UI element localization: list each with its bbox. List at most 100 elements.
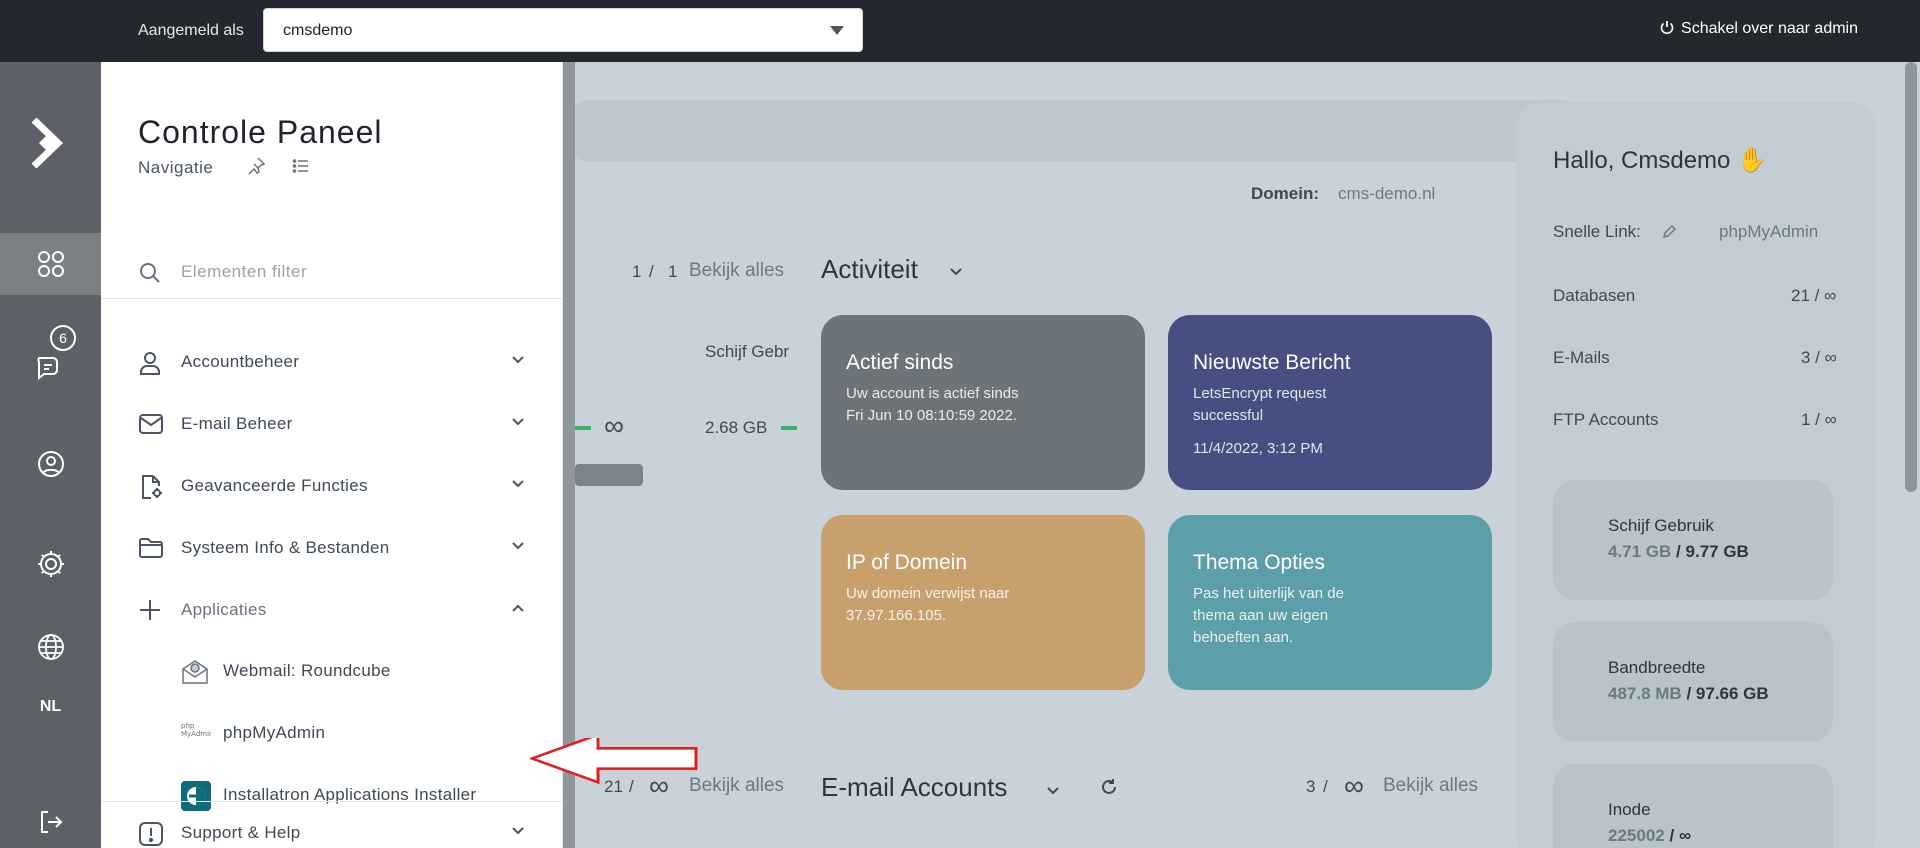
divider [101,298,563,299]
card-text: Uw account is actief sinds Fri Jun 10 08… [846,385,1019,424]
email-count: 3 [1306,777,1316,796]
activity-card-active-since[interactable]: Actief sinds Uw account is actief sinds … [821,315,1145,490]
chevron-down-icon [512,827,524,835]
disk-total: 9.77 GB [1685,542,1749,561]
card-title: Thema Opties [1193,551,1325,574]
emails-value: 3 / ∞ [1801,348,1837,367]
app-item-label: phpMyAdmin [223,723,326,742]
document-settings-icon [142,475,162,499]
horizontal-scrollbar[interactable] [575,464,643,486]
menu-item-applicaties[interactable]: Applicaties [101,579,563,641]
panel-title: Controle Paneel [138,114,383,150]
switch-admin-button[interactable]: Schakel over naar admin [1659,20,1858,38]
menu-item-label: E-mail Beheer [181,414,293,433]
mail-icon [139,414,163,434]
activity-card-latest-message[interactable]: Nieuwste Bericht LetsEncrypt request suc… [1168,315,1492,490]
view-all-link[interactable]: Bekijk alles [689,775,784,797]
databases-label: Databasen [1553,286,1636,305]
infinity-icon: ∞ [1344,770,1364,801]
inode-value: 225002 / ∞ [1608,826,1692,845]
logged-in-label: Aangemeld als [138,22,244,39]
menu-item-label: Systeem Info & Bestanden [181,538,390,557]
email-accounts-title[interactable]: E-mail Accounts [821,772,1007,803]
card-text: Pas het uiterlijk van de thema aan uw ei… [1193,585,1344,646]
pin-icon[interactable] [246,156,266,176]
app-item-webmail[interactable]: Webmail: Roundcube [101,641,563,703]
app-item-phpmyadmin[interactable]: php MyAdmin phpMyAdmin [101,703,563,765]
ftp-accounts-value: 1 / ∞ [1801,410,1837,429]
menu-item-label: Geavanceerde Functies [181,476,368,495]
navigation-panel: Controle Paneel Navigatie Elementen filt… [101,62,563,848]
domains-total: 1 [668,262,678,281]
disk-column-header: Schijf Gebr [705,342,790,361]
page-scrollbar[interactable] [1905,62,1917,492]
disk-used: 4.71 GB [1608,542,1672,561]
bandwidth-used: 487.8 MB [1608,684,1682,703]
chevron-down-icon [512,480,524,488]
globe-icon[interactable] [0,622,101,672]
menu-item-geavanceerde-functies[interactable]: Geavanceerde Functies [101,455,563,517]
nav-scrollbar[interactable] [563,62,575,848]
chevron-down-icon [512,542,524,550]
menu-item-label: Support & Help [181,823,301,842]
filter-placeholder: Elementen filter [181,262,308,281]
navigation-subtitle: Navigatie [138,158,214,177]
card-title: Nieuwste Bericht [1193,351,1351,374]
inode-total: ∞ [1678,826,1692,845]
greeting-text: Hallo, Cmsdemo [1553,147,1731,174]
svg-text:MyAdmin: MyAdmin [181,730,211,738]
card-title: IP of Domein [846,551,968,574]
chevron-down-icon[interactable] [949,267,963,277]
messages-badge: 6 [50,325,76,351]
settings-gear-icon[interactable] [0,533,101,595]
menu-item-accountbeheer[interactable]: Accountbeheer [101,331,563,393]
quick-link-value[interactable]: phpMyAdmin [1719,222,1818,242]
logout-icon[interactable] [0,797,101,847]
messages-icon[interactable]: 6 [0,325,101,395]
user-icon [140,352,160,375]
menu-item-label: Accountbeheer [181,352,300,371]
activity-title[interactable]: Activiteit [821,254,918,285]
domains-slash: / [649,262,654,281]
refresh-icon[interactable] [1100,778,1118,796]
logo-icon[interactable] [0,102,101,184]
domains-count: 1 [632,262,642,281]
view-all-emails-link[interactable]: Bekijk alles [1383,775,1478,797]
dashboard-search-bar[interactable] [561,100,1591,162]
account-summary-panel: Hallo, Cmsdemo ✋ Snelle Link: phpMyAdmin… [1516,102,1876,848]
menu-item-email-beheer[interactable]: E-mail Beheer [101,393,563,455]
list-icon[interactable] [291,156,311,176]
activity-card-theme-options[interactable]: Thema Opties Pas het uiterlijk van de th… [1168,515,1492,690]
dashboard-icon[interactable] [0,233,101,295]
elements-filter-input[interactable]: Elementen filter [138,258,518,288]
chevron-down-icon [512,356,524,364]
phpmyadmin-icon: phpMyAdmin [181,722,211,738]
bandwidth-card: Bandbreedte 487.8 MB / 97.66 GB [1553,622,1833,742]
emails-label: E-Mails [1553,348,1610,367]
bandwidth-label: Bandbreedte [1608,658,1706,677]
quick-link-label: Snelle Link: [1553,222,1641,241]
wave-hand-icon: ✋ [1737,147,1767,174]
account-select[interactable]: cmsdemo [263,8,863,52]
pencil-icon[interactable] [1661,224,1677,240]
menu-item-support-help[interactable]: Support & Help [101,802,563,848]
databases-value: 21 / ∞ [1791,286,1837,305]
card-text: LetsEncrypt request successful [1193,385,1327,424]
view-all-domains-link[interactable]: Bekijk alles [689,260,784,282]
roundcube-icon [182,660,208,684]
menu-item-systeem-info[interactable]: Systeem Info & Bestanden [101,517,563,579]
progress-bar-segment [781,426,797,430]
card-date: 11/4/2022, 3:12 PM [1193,440,1323,457]
email-slash: / [1323,777,1328,796]
disk-usage-card: Schijf Gebruik 4.71 GB / 9.77 GB [1553,480,1833,600]
infinity-icon: ∞ [604,410,624,441]
ftp-accounts-label: FTP Accounts [1553,410,1659,429]
progress-bar-segment [575,426,591,430]
card-title: Actief sinds [846,351,954,374]
inode-used: 225002 [1608,826,1665,845]
chevron-down-icon[interactable] [1046,786,1060,796]
user-profile-icon[interactable] [0,433,101,495]
icon-rail: 6 NL [0,62,101,848]
activity-card-ip-domain[interactable]: IP of Domein Uw domein verwijst naar 37.… [821,515,1145,690]
language-label[interactable]: NL [0,698,101,716]
